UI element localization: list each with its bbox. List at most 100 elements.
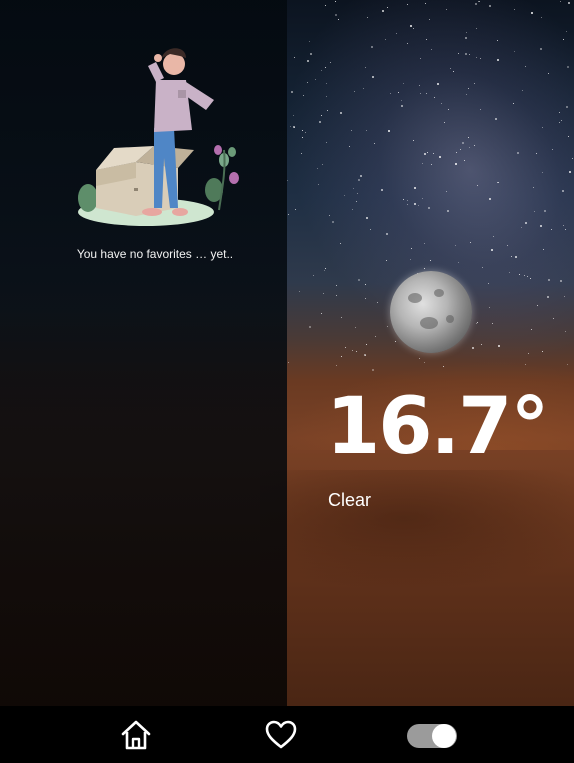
star	[542, 248, 544, 250]
star	[460, 148, 462, 150]
favorites-button[interactable]	[264, 718, 298, 752]
star	[407, 4, 409, 6]
star	[321, 312, 323, 314]
star	[288, 213, 290, 215]
moon-icon	[390, 271, 472, 353]
star	[566, 30, 568, 32]
star	[366, 216, 369, 219]
star	[539, 224, 542, 227]
star	[467, 87, 469, 89]
star	[519, 273, 521, 275]
star	[322, 293, 324, 295]
star	[566, 105, 569, 108]
star	[403, 82, 405, 84]
star	[401, 105, 404, 107]
star	[564, 330, 566, 332]
star	[427, 207, 430, 210]
weather-condition: Clear	[328, 490, 372, 510]
star	[482, 267, 484, 269]
star	[444, 122, 445, 124]
star	[365, 355, 367, 357]
star	[449, 67, 451, 69]
star	[457, 53, 459, 55]
star	[339, 243, 341, 245]
star	[568, 170, 571, 173]
star	[314, 78, 316, 80]
star	[563, 38, 565, 40]
star	[340, 112, 343, 115]
star	[537, 304, 539, 306]
star	[473, 82, 475, 84]
star	[414, 203, 417, 206]
star	[420, 92, 422, 94]
theme-toggle-switch[interactable]	[407, 724, 457, 748]
star	[434, 97, 435, 99]
star	[497, 59, 500, 62]
star	[551, 229, 553, 231]
star	[319, 121, 322, 124]
star	[543, 210, 546, 213]
star	[462, 142, 465, 145]
star	[326, 82, 328, 84]
star	[567, 135, 569, 137]
star	[357, 279, 360, 282]
star	[422, 198, 424, 200]
star	[358, 178, 361, 181]
star	[411, 248, 413, 250]
star	[507, 245, 509, 247]
star	[307, 59, 310, 62]
star	[426, 92, 428, 94]
star	[496, 40, 498, 42]
star	[508, 272, 510, 274]
star	[481, 343, 483, 345]
star	[418, 357, 420, 359]
star	[299, 291, 301, 293]
star	[321, 114, 323, 116]
star	[366, 130, 368, 132]
star	[396, 33, 398, 35]
star	[431, 164, 433, 166]
star	[455, 244, 457, 246]
star	[547, 278, 550, 281]
star	[326, 141, 328, 143]
star	[373, 142, 375, 144]
home-button[interactable]	[119, 718, 153, 752]
star	[421, 163, 423, 165]
star	[480, 109, 482, 111]
star	[541, 350, 543, 352]
star	[407, 203, 409, 205]
star	[562, 225, 564, 227]
star	[387, 325, 389, 327]
star	[464, 36, 467, 39]
star	[471, 347, 474, 350]
star	[489, 306, 491, 308]
star	[356, 201, 358, 203]
star	[475, 323, 477, 325]
star	[371, 76, 374, 78]
star	[294, 57, 295, 59]
bottom-navigation	[0, 706, 574, 763]
star	[355, 327, 357, 329]
star	[387, 129, 390, 132]
star	[365, 297, 367, 299]
star	[313, 274, 315, 276]
star	[370, 229, 372, 231]
star	[386, 260, 388, 262]
star	[425, 3, 427, 5]
star	[468, 54, 470, 56]
star	[407, 42, 409, 44]
star	[367, 17, 369, 19]
star	[325, 4, 327, 6]
star	[489, 5, 492, 8]
star	[474, 2, 477, 5]
star	[469, 242, 471, 244]
star	[487, 282, 489, 284]
star	[390, 92, 392, 94]
star	[489, 198, 492, 201]
star	[386, 233, 389, 236]
star	[427, 151, 429, 153]
star	[309, 325, 312, 328]
star	[430, 49, 432, 51]
heart-icon	[265, 720, 297, 749]
no-favorites-message: You have no favorites … yet..	[76, 247, 234, 261]
